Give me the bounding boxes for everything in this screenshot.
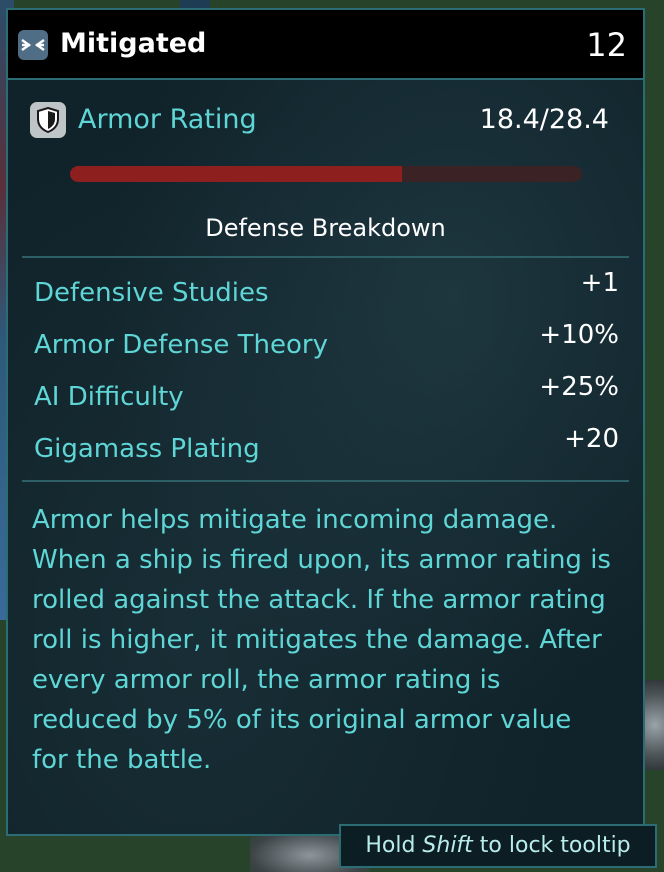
- breakdown-value: +10%: [539, 320, 619, 350]
- list-item: Defensive Studies +1: [34, 268, 619, 320]
- mitigated-arrows-icon: [18, 30, 48, 60]
- armor-tooltip: Mitigated 12 Armor Rating 18.4/28.4 Defe…: [6, 8, 645, 836]
- shield-icon: [30, 102, 66, 138]
- armor-rating-value: 18.4/28.4: [479, 104, 609, 135]
- breakdown-label: Defensive Studies: [34, 278, 269, 308]
- list-item: Armor Defense Theory +10%: [34, 320, 619, 372]
- defense-breakdown-list: Defensive Studies +1 Armor Defense Theor…: [34, 268, 619, 476]
- breakdown-value: +25%: [539, 372, 619, 402]
- hint-key: Shift: [422, 833, 473, 858]
- breakdown-label: Armor Defense Theory: [34, 330, 328, 360]
- mitigated-count: 12: [586, 26, 627, 64]
- armor-description: Armor helps mitigate incoming damage. Wh…: [32, 505, 611, 775]
- breakdown-label: AI Difficulty: [34, 382, 184, 412]
- hint-prefix: Hold: [365, 833, 423, 858]
- lock-tooltip-hint: Hold Shift to lock tooltip: [339, 824, 657, 868]
- armor-progress-bar: [70, 166, 582, 182]
- divider: [22, 256, 629, 258]
- breakdown-value: +20: [564, 424, 619, 454]
- tooltip-header: Mitigated 12: [8, 10, 643, 80]
- armor-rating-label: Armor Rating: [78, 104, 257, 135]
- armor-rating-row: Armor Rating 18.4/28.4: [30, 102, 619, 142]
- breakdown-label: Gigamass Plating: [34, 434, 260, 464]
- tooltip-title: Mitigated: [60, 28, 207, 59]
- breakdown-value: +1: [580, 268, 619, 298]
- list-item: Gigamass Plating +20: [34, 424, 619, 476]
- hint-suffix: to lock tooltip: [472, 833, 631, 858]
- list-item: AI Difficulty +25%: [34, 372, 619, 424]
- divider: [22, 480, 629, 482]
- defense-breakdown-title: Defense Breakdown: [205, 214, 446, 242]
- armor-progress-fill: [70, 166, 402, 182]
